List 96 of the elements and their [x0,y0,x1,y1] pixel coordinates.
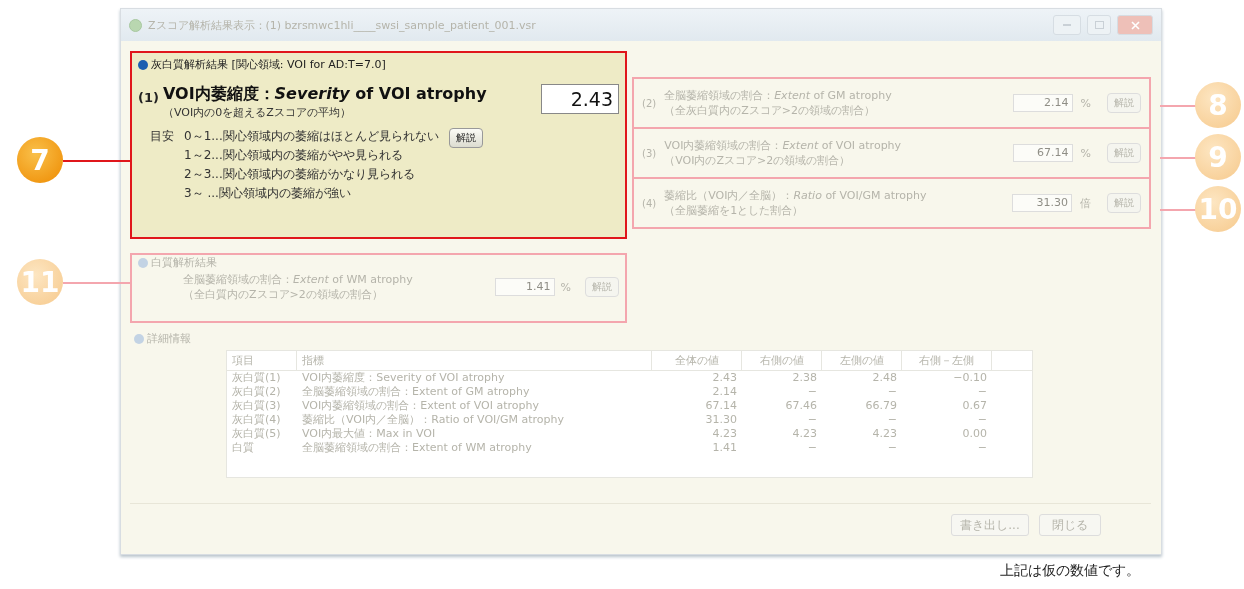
table-cell-text: 0.00 [961,427,988,441]
minimize-button[interactable] [1053,15,1081,35]
table-cell-text: 4.23 [711,427,738,441]
column-header: 左側の値 [822,351,902,370]
table-cell-text: −0.10 [952,371,988,385]
unit-label: % [1080,96,1091,110]
table-cell-text: − [886,441,898,455]
callout-badge: 11 [17,259,63,305]
explain-button[interactable]: 解説 [448,128,483,148]
window-title: Zスコア解析結果表示：(1) bzrsmwc1hli____swsi_sample_patient_001.vsr [148,17,537,33]
explain-button[interactable]: 解説 [585,277,619,297]
metric-label: 全脳萎縮領域の割合：Extent of WM atrophy [183,272,414,287]
unit-label: % [560,280,571,294]
column-header: 指標 [297,351,652,370]
metric-description: （VOI内のZスコア>2の領域の割合） [664,153,852,168]
app-icon [129,18,142,32]
callout-badge: 7 [17,137,63,183]
callout-badge: 9 [1195,134,1241,180]
table-cell-text: − [976,385,988,399]
value-field: 67.14 [1012,144,1073,162]
table-cell-text: 2.43 [711,371,738,385]
callout-badge: 8 [1195,82,1241,128]
bullet-icon [138,59,148,70]
table-cell-text: VOI内最大値：Max in VOI [301,427,437,441]
item-index: (4) [642,197,657,209]
metric-label: 萎縮比（VOI内／全脳）：Ratio of VOI/GM atrophy [664,188,928,203]
value-field: 2.43 [541,84,619,114]
unit-label: 倍 [1080,195,1091,211]
table-cell-text: 灰白質(4) [231,413,282,427]
leader-line [1160,105,1196,107]
export-button[interactable]: 書き出し... [951,514,1029,536]
metric-description: （VOI内の0を超えるZスコアの平均） [162,105,352,120]
table-cell-text: − [806,413,818,427]
table-cell-text: 0.67 [961,399,988,413]
value-field: 1.41 [494,278,555,296]
guide-text: 2～3...関心領域内の萎縮がかなり見られる [184,166,416,183]
table-cell-text: 4.23 [871,427,898,441]
close-button[interactable] [1117,15,1153,35]
bullet-icon [138,257,148,268]
callout-badge: 10 [1195,186,1241,232]
table-cell-text: 灰白質(5) [231,427,282,441]
table-cell-text: − [886,413,898,427]
item-index: (1) [138,90,159,105]
table-cell-text: VOI内萎縮領域の割合：Extent of VOI atrophy [301,399,540,413]
metric-description: （全灰白質内のZスコア>2の領域の割合） [664,103,876,118]
table-cell-text: 灰白質(1) [231,371,282,385]
table-cell-text: 灰白質(3) [231,399,282,413]
table-cell-text: − [976,441,988,455]
table-cell-text: 67.46 [784,399,818,413]
section-title: 灰白質解析結果 [関心領域: VOI for AD:T=7.0] [151,57,386,72]
table-cell-text: − [976,413,988,427]
table-cell-text: 灰白質(2) [231,385,282,399]
close-dialog-button[interactable]: 閉じる [1039,514,1101,536]
column-header: 右側の値 [742,351,822,370]
metric-label: VOI内萎縮度：Severity of VOI atrophy [162,84,488,105]
explain-button[interactable]: 解説 [1107,93,1141,113]
leader-line [1160,157,1196,159]
item-index: (3) [642,147,657,159]
guide-text: 3～ ...関心領域内の萎縮が強い [184,185,352,202]
table-cell-text: 白質 [231,441,255,455]
section-title: 白質解析結果 [151,255,217,270]
table-cell-text: 2.14 [711,385,738,399]
table-cell-text: 31.30 [704,413,738,427]
table-cell-text: 全脳萎縮領域の割合：Extent of GM atrophy [301,385,531,399]
note-text: 上記は仮の数値です。 [1000,562,1140,580]
table-cell-text: 66.79 [864,399,898,413]
bullet-icon [134,333,144,344]
table-cell-text: 萎縮比（VOI内／全脳）：Ratio of VOI/GM atrophy [301,413,566,427]
close-icon [1130,20,1140,30]
guide-text: 1～2...関心領域内の萎縮がやや見られる [184,147,404,164]
table-cell-text: 2.48 [871,371,898,385]
column-header: 項目 [227,351,297,370]
table-cell-text: − [806,441,818,455]
table-cell-text: − [886,385,898,399]
column-header: 全体の値 [652,351,742,370]
table-cell-text: 2.38 [791,371,818,385]
maximize-button[interactable] [1087,15,1111,35]
item-index: (2) [642,97,657,109]
value-field: 2.14 [1012,94,1073,112]
table-cell-text: 1.41 [711,441,738,455]
column-header: 右側－左側 [902,351,992,370]
unit-label: % [1080,146,1091,160]
table-cell-text: 4.23 [791,427,818,441]
leader-line [1160,209,1196,211]
table-cell-text: 全脳萎縮領域の割合：Extent of WM atrophy [301,441,533,455]
explain-button[interactable]: 解説 [1107,143,1141,163]
metric-description: （全白質内のZスコア>2の領域の割合） [183,287,384,302]
table-cell-text: 67.14 [704,399,738,413]
explain-button[interactable]: 解説 [1107,193,1141,213]
guide-label: 目安 [150,128,174,145]
table-cell-text: VOI内萎縮度：Severity of VOI atrophy [301,371,506,385]
table-cell-text: − [806,385,818,399]
metric-label: VOI内萎縮領域の割合：Extent of VOI atrophy [664,138,903,153]
metric-label: 全脳萎縮領域の割合：Extent of GM atrophy [664,88,893,103]
value-field: 31.30 [1012,194,1072,212]
guide-text: 0～1...関心領域内の萎縮はほとんど見られない [184,128,439,145]
